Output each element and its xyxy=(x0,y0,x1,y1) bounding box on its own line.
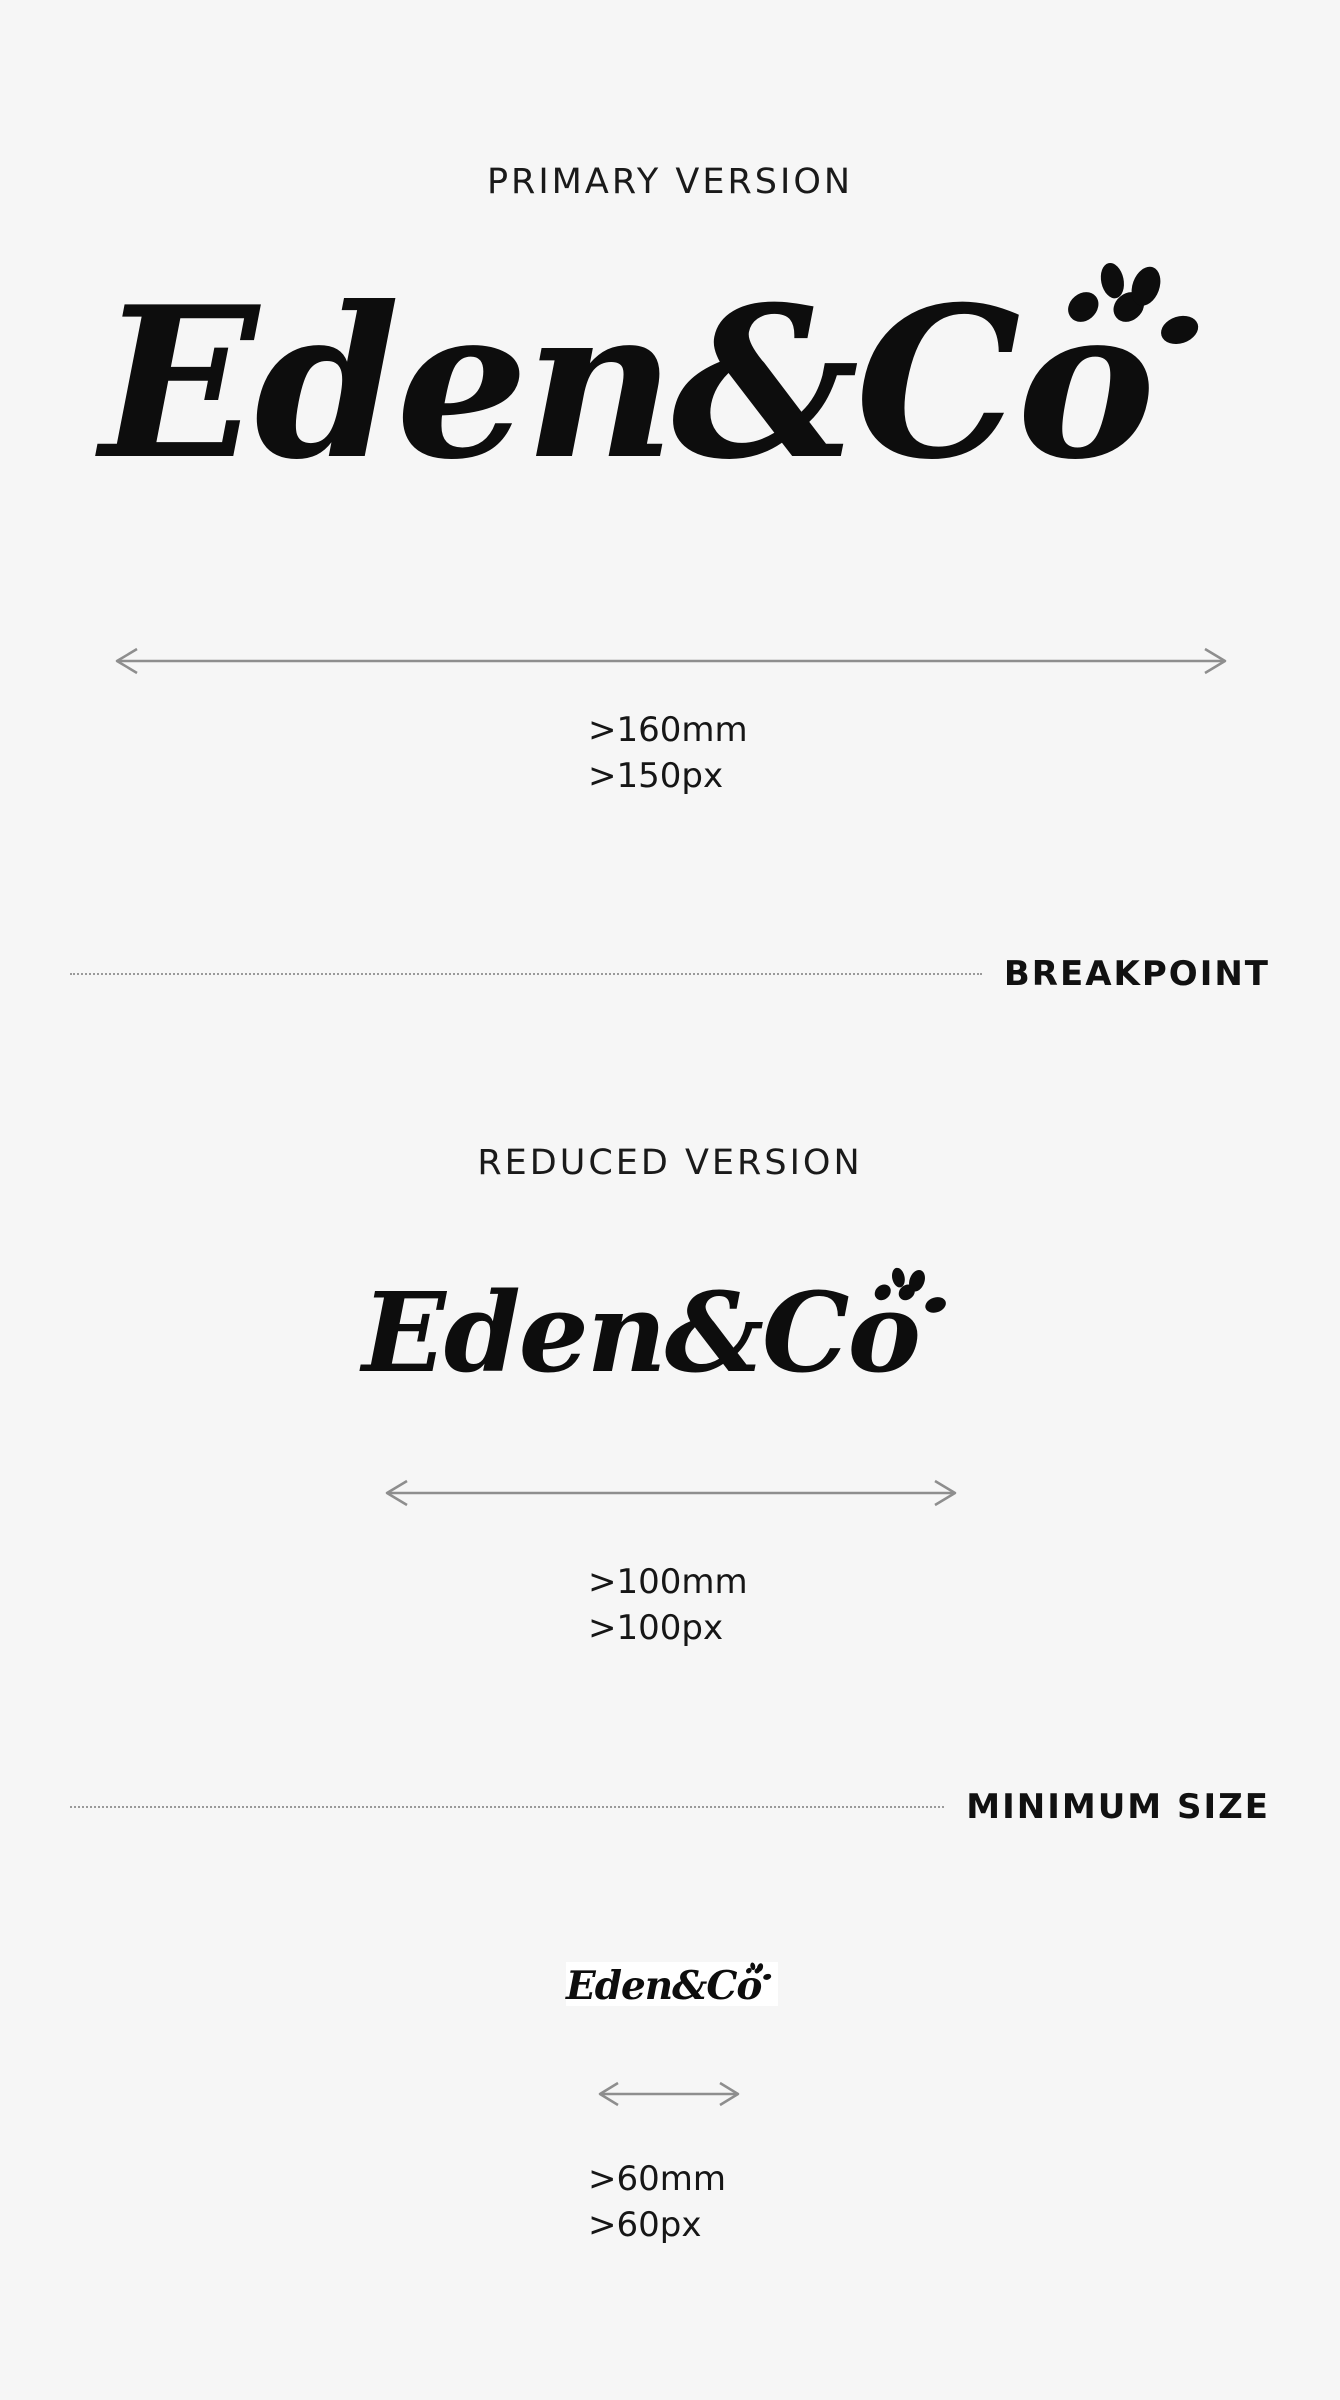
primary-logo: Eden&Cö xyxy=(100,258,1202,488)
paw-icon xyxy=(750,1962,772,1980)
primary-size-mm: >160mm xyxy=(588,710,748,750)
primary-size-spec: >160mm >150px xyxy=(588,707,748,799)
minimum-size-px: >60px xyxy=(588,2205,702,2245)
paw-icon xyxy=(1100,262,1198,344)
reduced-version-title: REDUCED VERSION xyxy=(477,1143,863,1183)
reduced-logo: Eden&Cö xyxy=(362,1260,948,1388)
reduced-size-px: >100px xyxy=(588,1608,724,1648)
minimum-size-dotted-line xyxy=(70,1806,945,1808)
minimum-logo: Eden&Cö xyxy=(566,1962,779,2009)
minimum-size-label: MINIMUM SIZE xyxy=(966,1787,1270,1827)
reduced-size-mm: >100mm xyxy=(588,1562,748,1602)
minimum-size-mm: >60mm xyxy=(588,2159,726,2199)
breakpoint-divider: BREAKPOINT xyxy=(70,954,1270,994)
minimum-size-spec: >60mm >60px xyxy=(588,2156,726,2248)
primary-logo-wordmark: Eden&Cö xyxy=(100,262,1156,506)
reduced-logo-wordmark: Eden&Cö xyxy=(362,1268,921,1397)
primary-width-arrow-icon xyxy=(115,647,1227,675)
minimum-width-arrow-icon xyxy=(598,2081,740,2107)
minimum-logo-wordmark: Eden&Cö xyxy=(566,1963,762,2009)
reduced-width-arrow-icon xyxy=(385,1479,957,1507)
breakpoint-label: BREAKPOINT xyxy=(1003,954,1270,994)
primary-size-px: >150px xyxy=(588,756,724,796)
minimum-size-divider: MINIMUM SIZE xyxy=(70,1787,1270,1827)
paw-icon xyxy=(891,1267,946,1313)
breakpoint-dotted-line xyxy=(70,973,982,975)
primary-version-title: PRIMARY VERSION xyxy=(486,162,854,202)
reduced-size-spec: >100mm >100px xyxy=(588,1559,748,1651)
